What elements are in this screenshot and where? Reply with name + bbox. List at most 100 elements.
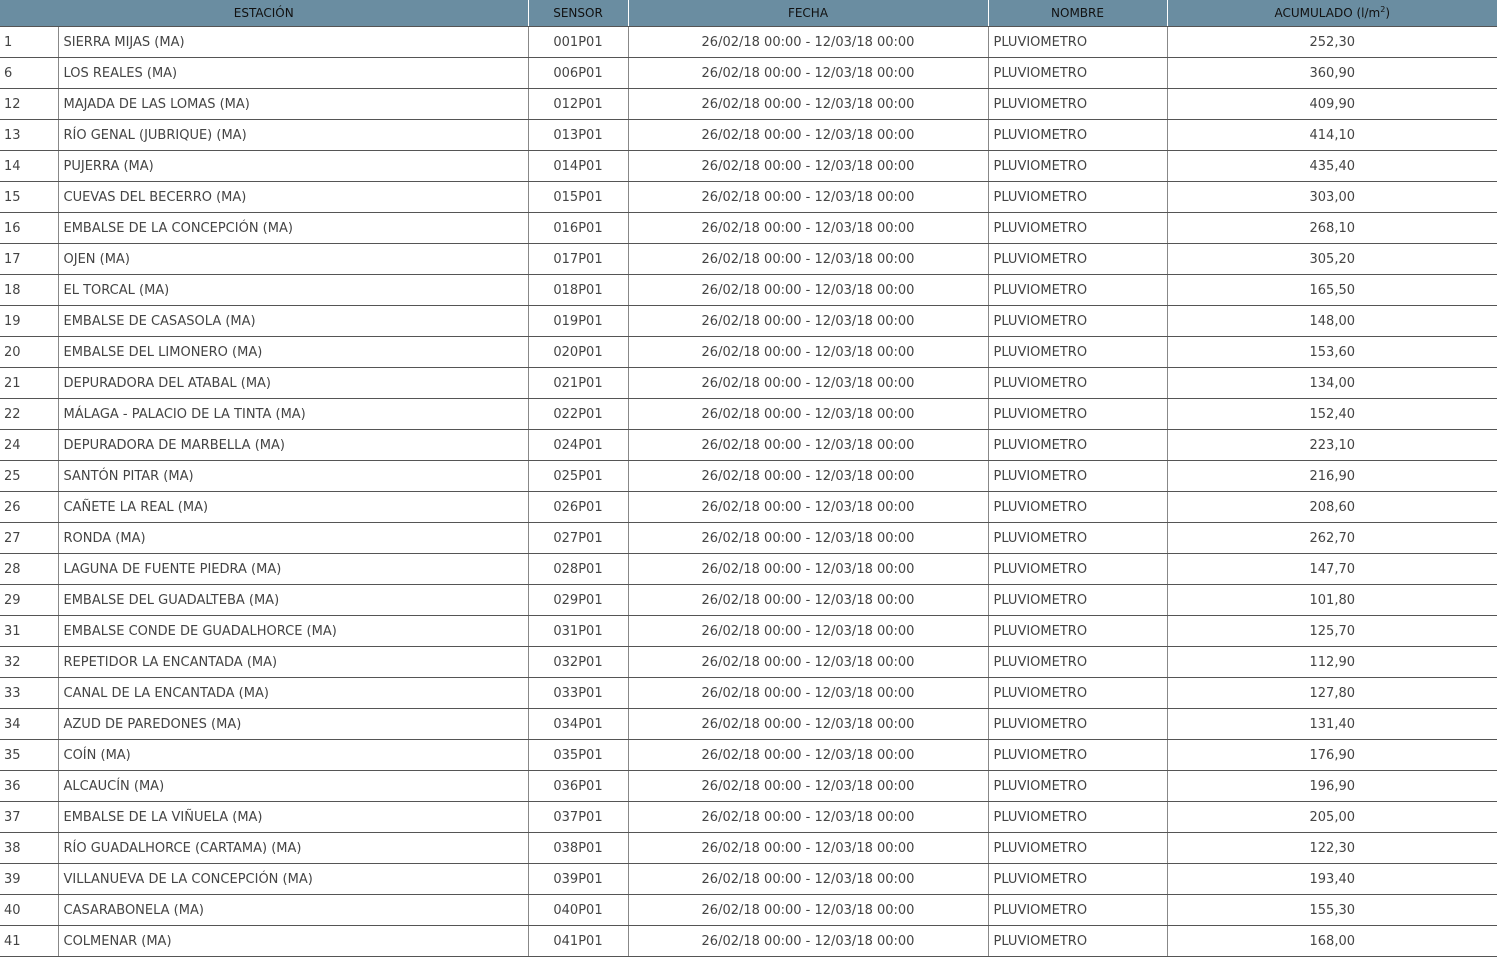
cell-sensor: 017P01 (528, 243, 629, 275)
cell-nombre: PLUVIOMETRO (988, 584, 1168, 616)
cell-acumulado: 134,00 (1167, 367, 1497, 399)
table-row: 28 LAGUNA DE FUENTE PIEDRA (MA) 028P01 26/0… (0, 553, 1497, 585)
table-row: 14 PUJERRA (MA) 014P01 26/02/18 00:00 - 12/… (0, 150, 1497, 182)
cell-num: 33 (0, 677, 59, 709)
header-acumulado[interactable]: ACUMULADO (l/m2) (1167, 0, 1497, 27)
cell-estacion: MÁLAGA - PALACIO DE LA TINTA (MA) (58, 398, 529, 430)
cell-estacion: MAJADA DE LAS LOMAS (MA) (58, 88, 529, 120)
cell-num: 21 (0, 367, 59, 399)
cell-acumulado: 176,90 (1167, 739, 1497, 771)
cell-nombre: PLUVIOMETRO (988, 708, 1168, 740)
table-row: 1 SIERRA MIJAS (MA) 001P01 26/02/18 00:00 -… (0, 26, 1497, 58)
cell-fecha: 26/02/18 00:00 - 12/03/18 00:00 (628, 677, 989, 709)
cell-nombre: PLUVIOMETRO (988, 88, 1168, 120)
cell-nombre: PLUVIOMETRO (988, 274, 1168, 306)
cell-sensor: 028P01 (528, 553, 629, 585)
table-row: 12 MAJADA DE LAS LOMAS (MA) 012P01 26/02/18… (0, 88, 1497, 120)
cell-nombre: PLUVIOMETRO (988, 181, 1168, 213)
cell-nombre: PLUVIOMETRO (988, 429, 1168, 461)
cell-nombre: PLUVIOMETRO (988, 150, 1168, 182)
cell-estacion: REPETIDOR LA ENCANTADA (MA) (58, 646, 529, 678)
table-row: 20 EMBALSE DEL LIMONERO (MA) 020P01 26/02/1… (0, 336, 1497, 368)
cell-fecha: 26/02/18 00:00 - 12/03/18 00:00 (628, 553, 989, 585)
cell-acumulado: 252,30 (1167, 26, 1497, 58)
cell-nombre: PLUVIOMETRO (988, 832, 1168, 864)
header-fecha[interactable]: FECHA (628, 0, 989, 27)
cell-num: 20 (0, 336, 59, 368)
cell-nombre: PLUVIOMETRO (988, 26, 1168, 58)
cell-nombre: PLUVIOMETRO (988, 305, 1168, 337)
header-sensor[interactable]: SENSOR (528, 0, 629, 27)
cell-num: 39 (0, 863, 59, 895)
cell-estacion: EMBALSE DE LA CONCEPCIÓN (MA) (58, 212, 529, 244)
table-row: 19 EMBALSE DE CASASOLA (MA) 019P01 26/02/18… (0, 305, 1497, 337)
cell-estacion: EL TORCAL (MA) (58, 274, 529, 306)
cell-fecha: 26/02/18 00:00 - 12/03/18 00:00 (628, 57, 989, 89)
cell-sensor: 036P01 (528, 770, 629, 802)
cell-sensor: 020P01 (528, 336, 629, 368)
cell-estacion: EMBALSE DEL LIMONERO (MA) (58, 336, 529, 368)
cell-sensor: 025P01 (528, 460, 629, 492)
cell-sensor: 021P01 (528, 367, 629, 399)
table-header: ESTACIÓN SENSOR FECHA NOMBRE ACUMULADO (… (0, 0, 1497, 27)
cell-sensor: 038P01 (528, 832, 629, 864)
cell-sensor: 022P01 (528, 398, 629, 430)
cell-acumulado: 262,70 (1167, 522, 1497, 554)
cell-fecha: 26/02/18 00:00 - 12/03/18 00:00 (628, 336, 989, 368)
cell-acumulado: 435,40 (1167, 150, 1497, 182)
cell-fecha: 26/02/18 00:00 - 12/03/18 00:00 (628, 739, 989, 771)
cell-num: 34 (0, 708, 59, 740)
cell-num: 19 (0, 305, 59, 337)
cell-sensor: 026P01 (528, 491, 629, 523)
cell-sensor: 018P01 (528, 274, 629, 306)
cell-nombre: PLUVIOMETRO (988, 367, 1168, 399)
cell-nombre: PLUVIOMETRO (988, 460, 1168, 492)
cell-sensor: 035P01 (528, 739, 629, 771)
cell-sensor: 029P01 (528, 584, 629, 616)
cell-fecha: 26/02/18 00:00 - 12/03/18 00:00 (628, 243, 989, 275)
cell-num: 35 (0, 739, 59, 771)
cell-fecha: 26/02/18 00:00 - 12/03/18 00:00 (628, 429, 989, 461)
cell-acumulado: 125,70 (1167, 615, 1497, 647)
table-row: 34 AZUD DE PAREDONES (MA) 034P01 26/02/18 0… (0, 708, 1497, 740)
cell-fecha: 26/02/18 00:00 - 12/03/18 00:00 (628, 770, 989, 802)
cell-num: 16 (0, 212, 59, 244)
cell-nombre: PLUVIOMETRO (988, 646, 1168, 678)
cell-acumulado: 193,40 (1167, 863, 1497, 895)
cell-fecha: 26/02/18 00:00 - 12/03/18 00:00 (628, 832, 989, 864)
cell-acumulado: 216,90 (1167, 460, 1497, 492)
table-row: 26 CAÑETE LA REAL (MA) 026P01 26/02/18 00:0… (0, 491, 1497, 523)
cell-num: 18 (0, 274, 59, 306)
table-row: 33 CANAL DE LA ENCANTADA (MA) 033P01 26/02/… (0, 677, 1497, 709)
cell-nombre: PLUVIOMETRO (988, 894, 1168, 926)
cell-acumulado: 101,80 (1167, 584, 1497, 616)
cell-sensor: 019P01 (528, 305, 629, 337)
cell-sensor: 016P01 (528, 212, 629, 244)
cell-estacion: PUJERRA (MA) (58, 150, 529, 182)
cell-nombre: PLUVIOMETRO (988, 491, 1168, 523)
cell-num: 13 (0, 119, 59, 151)
table-row: 37 EMBALSE DE LA VIÑUELA (MA) 037P01 26/02/… (0, 801, 1497, 833)
cell-fecha: 26/02/18 00:00 - 12/03/18 00:00 (628, 88, 989, 120)
cell-num: 32 (0, 646, 59, 678)
cell-num: 31 (0, 615, 59, 647)
cell-num: 37 (0, 801, 59, 833)
cell-nombre: PLUVIOMETRO (988, 553, 1168, 585)
cell-acumulado: 268,10 (1167, 212, 1497, 244)
cell-estacion: VILLANUEVA DE LA CONCEPCIÓN (MA) (58, 863, 529, 895)
cell-acumulado: 409,90 (1167, 88, 1497, 120)
cell-sensor: 039P01 (528, 863, 629, 895)
cell-estacion: RÍO GUADALHORCE (CARTAMA) (MA) (58, 832, 529, 864)
cell-sensor: 032P01 (528, 646, 629, 678)
cell-estacion: SIERRA MIJAS (MA) (58, 26, 529, 58)
header-nombre[interactable]: NOMBRE (988, 0, 1168, 27)
cell-num: 27 (0, 522, 59, 554)
cell-nombre: PLUVIOMETRO (988, 398, 1168, 430)
cell-fecha: 26/02/18 00:00 - 12/03/18 00:00 (628, 491, 989, 523)
cell-fecha: 26/02/18 00:00 - 12/03/18 00:00 (628, 367, 989, 399)
cell-acumulado: 127,80 (1167, 677, 1497, 709)
cell-nombre: PLUVIOMETRO (988, 739, 1168, 771)
cell-num: 22 (0, 398, 59, 430)
cell-acumulado: 153,60 (1167, 336, 1497, 368)
header-estacion[interactable]: ESTACIÓN (0, 0, 529, 27)
